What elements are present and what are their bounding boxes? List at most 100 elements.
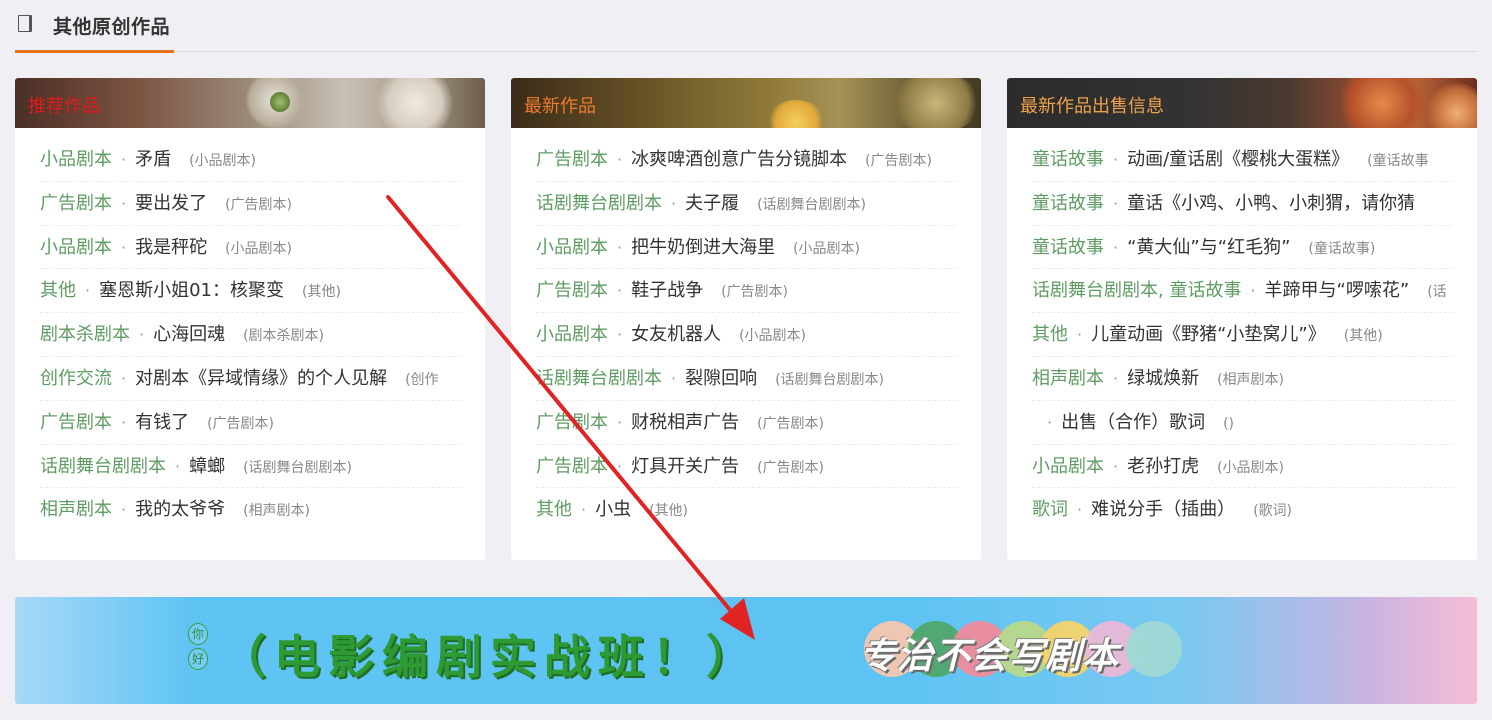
list-item[interactable]: 话剧舞台剧剧本 · 蟑螂 (话剧舞台剧剧本) xyxy=(40,445,460,489)
work-title-link[interactable]: 小虫 xyxy=(595,499,631,520)
work-title-link[interactable]: 羊蹄甲与“啰嗦花” xyxy=(1265,280,1410,301)
category-link[interactable]: 话剧舞台剧剧本, 童话故事 xyxy=(1032,280,1241,301)
category-link[interactable]: 童话故事 xyxy=(1032,149,1104,170)
category-link[interactable]: 话剧舞台剧剧本 xyxy=(536,368,662,389)
work-title-link[interactable]: 我是秤砣 xyxy=(135,237,207,258)
category-link[interactable]: 歌词 xyxy=(1032,499,1068,520)
work-title-link[interactable]: 裂隙回响 xyxy=(685,368,757,389)
work-title-link[interactable]: 心海回魂 xyxy=(153,324,225,345)
list-item[interactable]: 广告剧本 · 冰爽啤酒创意广告分镜脚本 (广告剧本) xyxy=(536,138,956,182)
work-title-link[interactable]: 对剧本《异域情缘》的个人见解 xyxy=(135,368,387,389)
list-item[interactable]: 相声剧本 · 我的太爷爷 (相声剧本) xyxy=(40,488,460,532)
category-tag: (创作 xyxy=(405,371,439,388)
screenwriting-course-ad-banner[interactable]: 你 好 （电影编剧实战班！） 专治不会写剧本 xyxy=(15,597,1477,704)
list-item[interactable]: 小品剧本 · 把牛奶倒进大海里 (小品剧本) xyxy=(536,226,956,270)
category-link[interactable]: 小品剧本 xyxy=(536,324,608,345)
work-title-link[interactable]: “黄大仙”与“红毛狗” xyxy=(1127,237,1290,258)
list-item[interactable]: 小品剧本 · 老孙打虎 (小品剧本) xyxy=(1032,445,1452,489)
category-tag: (童话故事 xyxy=(1367,153,1429,169)
list-item[interactable]: 童话故事 · 动画/童话剧《樱桃大蛋糕》 (童话故事 xyxy=(1032,138,1452,182)
work-title-link[interactable]: 塞恩斯小姐01：核聚变 xyxy=(99,280,284,301)
work-title-link[interactable]: 动画/童话剧《樱桃大蛋糕》 xyxy=(1127,149,1349,170)
category-tag: (童话故事) xyxy=(1308,240,1376,257)
category-link[interactable]: 相声剧本 xyxy=(40,499,112,520)
category-link[interactable]: 其他 xyxy=(1032,324,1068,345)
category-link[interactable]: 小品剧本 xyxy=(40,237,112,258)
work-title-link[interactable]: 鞋子战争 xyxy=(631,280,703,301)
work-title-link[interactable]: 有钱了 xyxy=(135,412,189,433)
category-link[interactable]: 其他 xyxy=(40,280,76,301)
work-title-link[interactable]: 灯具开关广告 xyxy=(631,456,739,477)
ad-slogan: 专治不会写剧本 xyxy=(860,636,1120,677)
list-item[interactable]: 话剧舞台剧剧本 · 夫子履 (话剧舞台剧剧本) xyxy=(536,182,956,226)
list-item[interactable]: 其他 · 小虫 (其他) xyxy=(536,488,956,532)
list-item[interactable]: 小品剧本 · 女友机器人 (小品剧本) xyxy=(536,313,956,357)
ad-headline: （电影编剧实战班！） xyxy=(220,630,760,684)
category-link[interactable]: 小品剧本 xyxy=(1032,456,1104,477)
category-tag: (话剧舞台剧剧本) xyxy=(775,371,885,388)
list-item[interactable]: 歌词 · 难说分手（插曲） (歌词) xyxy=(1032,488,1452,532)
list-item[interactable]: 广告剧本 · 鞋子战争 (广告剧本) xyxy=(536,269,956,314)
category-tag: (小品剧本) xyxy=(225,240,293,257)
category-link[interactable]: 小品剧本 xyxy=(40,149,112,170)
category-link[interactable]: 小品剧本 xyxy=(536,237,608,258)
category-link[interactable]: 广告剧本 xyxy=(40,412,112,433)
list-item[interactable]: 小品剧本 · 矛盾 (小品剧本) xyxy=(40,138,460,182)
category-link[interactable]: 剧本杀剧本 xyxy=(40,324,130,345)
list-item[interactable]: 创作交流 · 对剧本《异域情缘》的个人见解 (创作 xyxy=(40,357,460,401)
list-item[interactable]: 小品剧本 · 我是秤砣 (小品剧本) xyxy=(40,226,460,270)
category-link[interactable]: 广告剧本 xyxy=(40,193,112,214)
category-link[interactable]: 其他 xyxy=(536,499,572,520)
panel-banner: 最新作品出售信息 xyxy=(1007,78,1477,128)
work-title-link[interactable]: 财税相声广告 xyxy=(631,412,739,433)
category-link[interactable]: 话剧舞台剧剧本 xyxy=(40,456,166,477)
work-title-link[interactable]: 绿城焕新 xyxy=(1127,368,1199,389)
work-title-link[interactable]: 我的太爷爷 xyxy=(135,499,225,520)
work-title-link[interactable]: 儿童动画《野猪“小垫窝儿”》 xyxy=(1091,324,1326,345)
category-link[interactable]: 广告剧本 xyxy=(536,456,608,477)
list-item[interactable]: 童话故事 · 童话《小鸡、小鸭、小刺猬，请你猜 xyxy=(1032,182,1452,226)
category-link[interactable]: 话剧舞台剧剧本 xyxy=(536,193,662,214)
panel-title: 最新作品 xyxy=(524,96,596,117)
list-item[interactable]: 剧本杀剧本 · 心海回魂 (剧本杀剧本) xyxy=(40,313,460,357)
latest-works-panel: 最新作品 广告剧本 · 冰爽啤酒创意广告分镜脚本 (广告剧本) 话剧舞台剧剧本 · 夫子履… xyxy=(511,78,981,560)
list-item[interactable]: 相声剧本 · 绿城焕新 (相声剧本) xyxy=(1032,357,1452,401)
list-item[interactable]: 广告剧本 · 有钱了 (广告剧本) xyxy=(40,401,460,445)
work-title-link[interactable]: 老孙打虎 xyxy=(1127,456,1199,477)
list-item[interactable]: 广告剧本 · 灯具开关广告 (广告剧本) xyxy=(536,445,956,489)
list-item[interactable]: 话剧舞台剧剧本, 童话故事 · 羊蹄甲与“啰嗦花” (话 xyxy=(1032,269,1452,314)
work-title-link[interactable]: 要出发了 xyxy=(135,193,207,214)
category-link[interactable]: 童话故事 xyxy=(1032,193,1104,214)
category-tag: (相声剧本) xyxy=(1217,371,1285,388)
work-title-link[interactable]: 童话《小鸡、小鸭、小刺猬，请你猜 xyxy=(1127,193,1415,214)
category-tag: (广告剧本) xyxy=(207,415,275,432)
work-title-link[interactable]: 难说分手（插曲） xyxy=(1091,499,1235,520)
section-header: 其他原创作品 xyxy=(15,0,1477,53)
category-tag: (广告剧本) xyxy=(865,153,933,169)
list-item[interactable]: 其他 · 塞恩斯小姐01：核聚变 (其他) xyxy=(40,269,460,314)
category-link[interactable]: 广告剧本 xyxy=(536,280,608,301)
work-title-link[interactable]: 出售（合作）歌词 xyxy=(1061,412,1205,433)
category-link[interactable]: 童话故事 xyxy=(1032,237,1104,258)
category-tag: () xyxy=(1223,415,1235,432)
category-link[interactable]: 相声剧本 xyxy=(1032,368,1104,389)
work-title-link[interactable]: 女友机器人 xyxy=(631,324,721,345)
list-item[interactable]: 广告剧本 · 要出发了 (广告剧本) xyxy=(40,182,460,226)
work-title-link[interactable]: 矛盾 xyxy=(135,149,171,170)
list-item[interactable]: · 出售（合作）歌词() xyxy=(1032,401,1452,445)
category-link[interactable]: 广告剧本 xyxy=(536,149,608,170)
list-item[interactable]: 其他 · 儿童动画《野猪“小垫窝儿”》 (其他) xyxy=(1032,313,1452,357)
category-tag: (小品剧本) xyxy=(793,240,861,257)
section-title: 其他原创作品 xyxy=(53,16,171,38)
category-tag: (广告剧本) xyxy=(225,196,293,213)
work-title-link[interactable]: 冰爽啤酒创意广告分镜脚本 xyxy=(631,149,847,170)
work-title-link[interactable]: 夫子履 xyxy=(685,193,739,214)
category-link[interactable]: 广告剧本 xyxy=(536,412,608,433)
category-link[interactable]: 创作交流 xyxy=(40,368,112,389)
list-item[interactable]: 话剧舞台剧剧本 · 裂隙回响 (话剧舞台剧剧本) xyxy=(536,357,956,401)
work-title-link[interactable]: 把牛奶倒进大海里 xyxy=(631,237,775,258)
panel-banner: 推荐作品 xyxy=(15,78,485,128)
list-item[interactable]: 广告剧本 · 财税相声广告 (广告剧本) xyxy=(536,401,956,445)
work-title-link[interactable]: 蟑螂 xyxy=(189,456,225,477)
list-item[interactable]: 童话故事 · “黄大仙”与“红毛狗” (童话故事) xyxy=(1032,226,1452,270)
